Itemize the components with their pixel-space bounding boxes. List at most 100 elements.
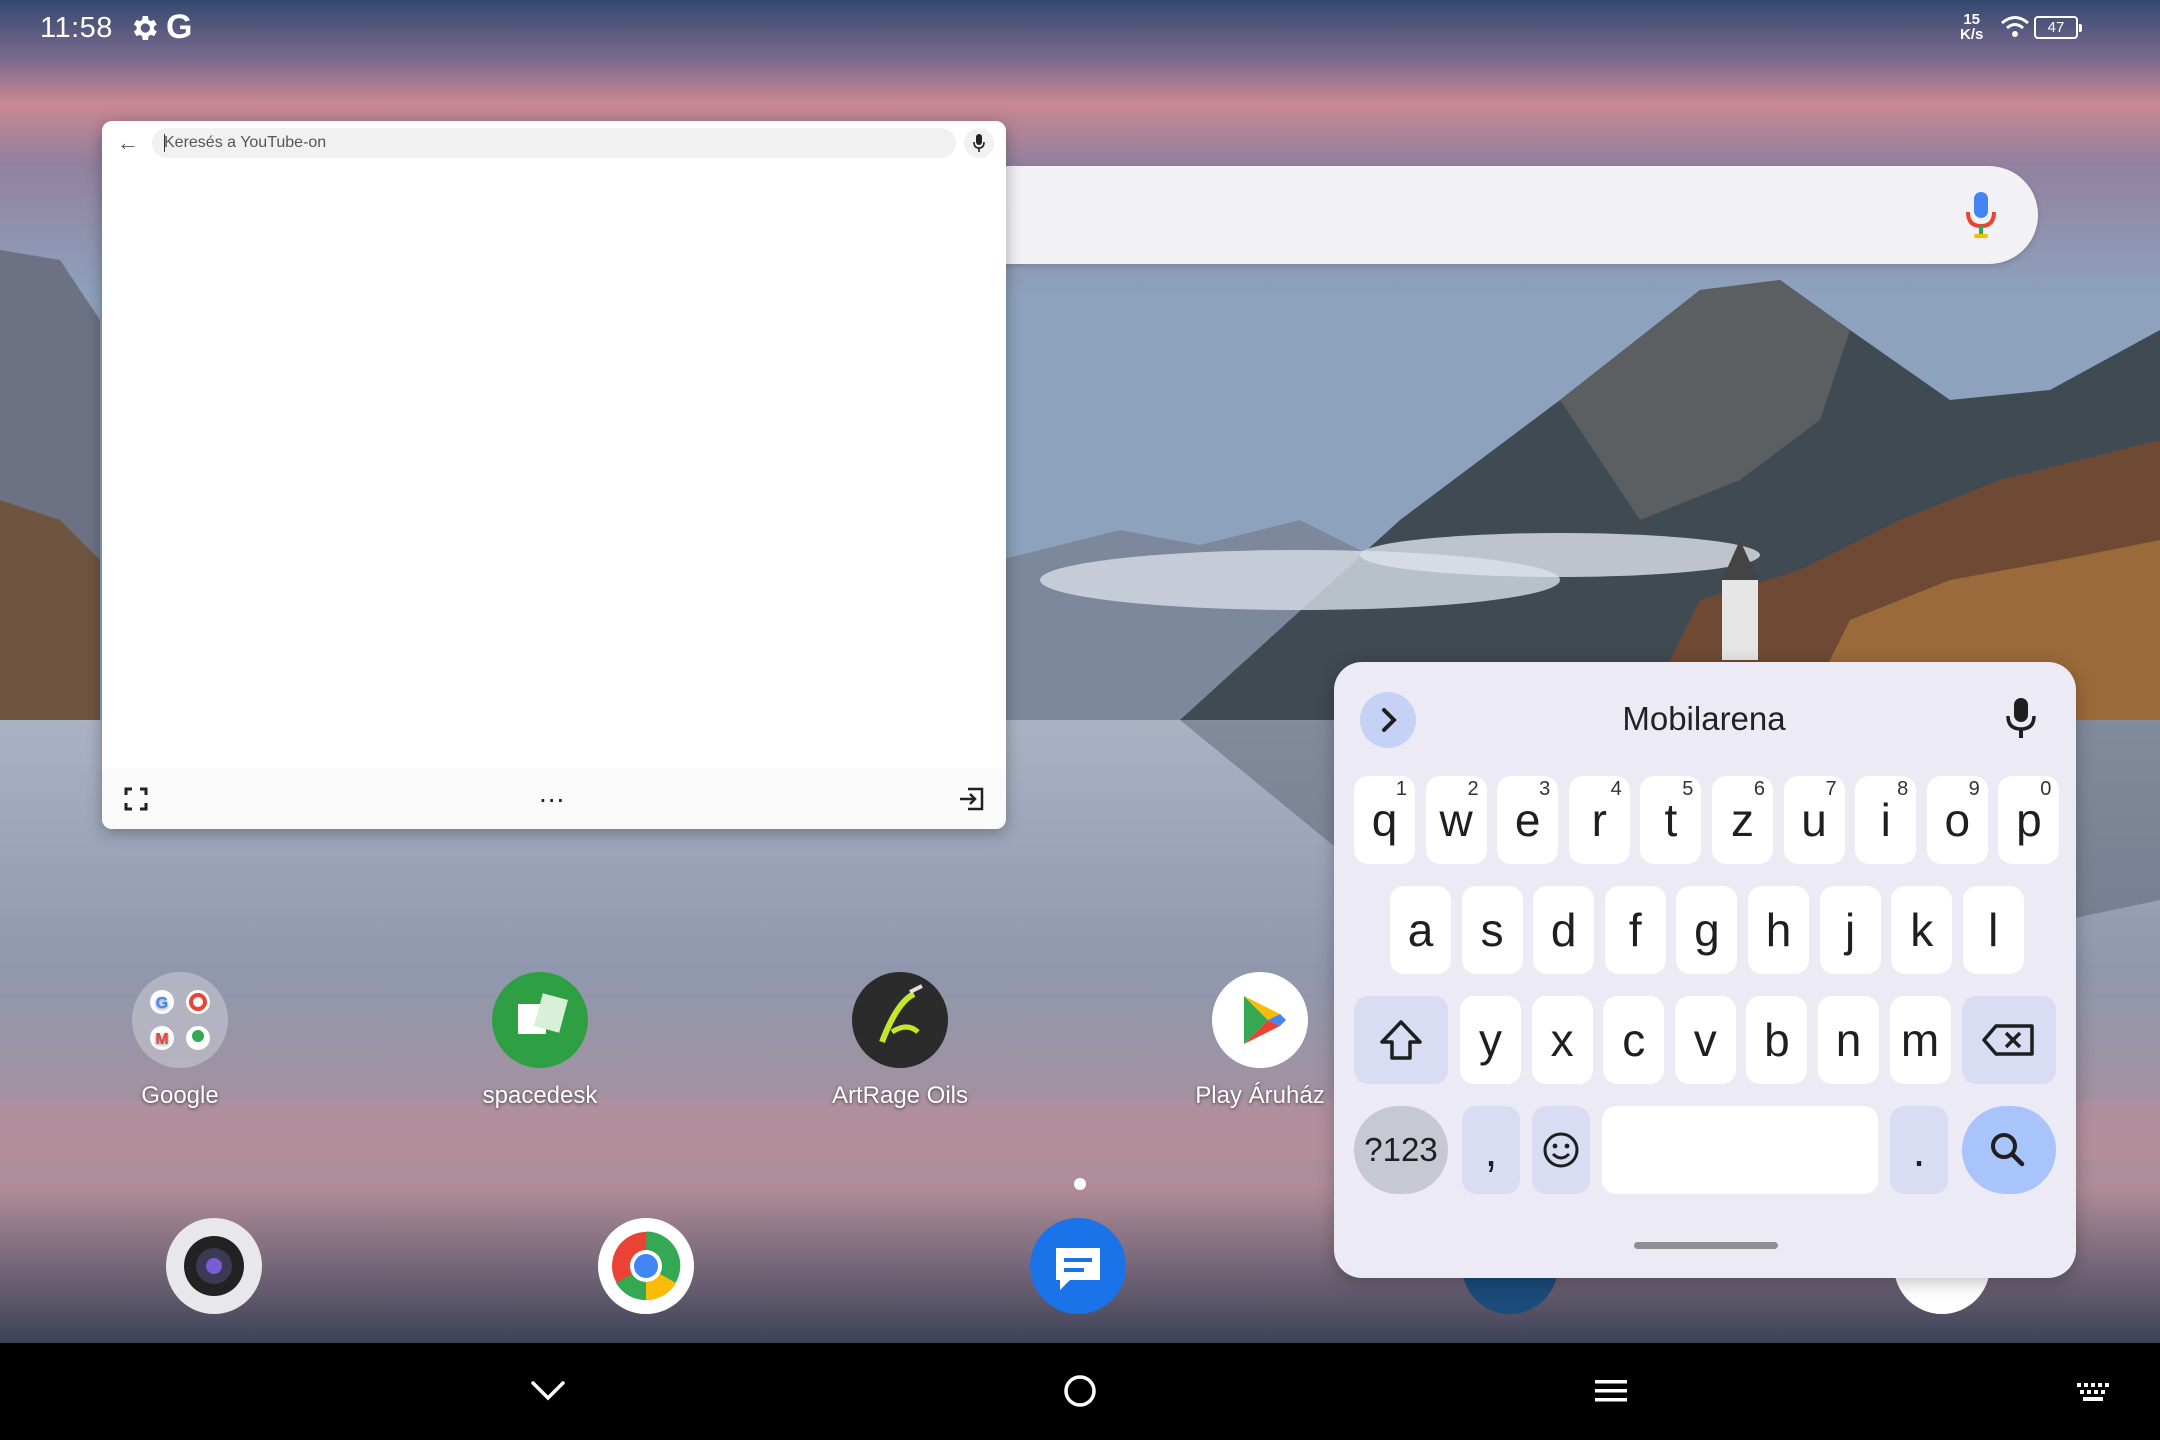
key-r[interactable]: r4 bbox=[1568, 776, 1630, 864]
youtube-search-input[interactable]: Keresés a YouTube-on bbox=[152, 128, 956, 158]
suggestion-word[interactable]: Mobilarena bbox=[1534, 700, 1874, 738]
key-i[interactable]: i8 bbox=[1855, 776, 1917, 864]
comma-key[interactable]: , bbox=[1462, 1106, 1520, 1194]
app-google-folder[interactable]: G M Google bbox=[80, 972, 280, 1110]
app-play-store[interactable]: Play Áruház bbox=[1160, 972, 1360, 1110]
chevron-right-icon bbox=[1382, 708, 1397, 732]
key-z[interactable]: z6 bbox=[1712, 776, 1773, 864]
google-status-icon: G bbox=[166, 8, 193, 46]
key-k[interactable]: k bbox=[1891, 886, 1953, 974]
status-time: 11:58 bbox=[40, 12, 113, 44]
key-number-hint: 9 bbox=[1968, 778, 1980, 800]
floating-window-toolbar: ... bbox=[102, 769, 1006, 829]
chrome-app-icon[interactable] bbox=[598, 1218, 694, 1314]
key-number-hint: 7 bbox=[1825, 778, 1837, 800]
key-label: p bbox=[2016, 794, 2042, 846]
key-number-hint: 3 bbox=[1539, 778, 1551, 800]
key-g[interactable]: g bbox=[1676, 886, 1738, 974]
shift-key[interactable] bbox=[1354, 996, 1448, 1084]
key-p[interactable]: p0 bbox=[1998, 776, 2060, 864]
period-key[interactable]: . bbox=[1890, 1106, 1948, 1194]
key-number-hint: 4 bbox=[1610, 778, 1622, 800]
exit-window-icon[interactable] bbox=[958, 787, 984, 811]
key-u[interactable]: u7 bbox=[1783, 776, 1845, 864]
key-label: i bbox=[1880, 794, 1891, 846]
spacedesk-icon bbox=[492, 972, 588, 1068]
voice-input-icon[interactable] bbox=[2004, 696, 2038, 740]
key-x[interactable]: x bbox=[1531, 996, 1593, 1084]
key-number-hint: 8 bbox=[1897, 778, 1909, 800]
svg-text:M: M bbox=[155, 1031, 168, 1048]
key-label: o bbox=[1944, 794, 1971, 846]
recents-menu-icon[interactable] bbox=[1594, 1377, 1628, 1405]
gboard-keyboard: Mobilarena q1w2e3r4t5z6u7i8o9p0 asdfghjk… bbox=[1334, 662, 2076, 1278]
network-speed: 15 K/s bbox=[1960, 11, 1984, 43]
wifi-icon bbox=[2001, 16, 2029, 37]
key-label: z bbox=[1731, 794, 1754, 846]
app-artrage-oils[interactable]: ArtRage Oils bbox=[800, 972, 1000, 1110]
shift-icon bbox=[1380, 1020, 1422, 1060]
google-search-widget[interactable] bbox=[960, 166, 2038, 264]
key-v[interactable]: v bbox=[1674, 996, 1736, 1084]
app-label: ArtRage Oils bbox=[831, 1082, 969, 1109]
emoji-key[interactable] bbox=[1532, 1106, 1590, 1194]
artrage-oils-icon bbox=[852, 972, 948, 1068]
key-b[interactable]: b bbox=[1746, 996, 1808, 1084]
battery-icon: 47 bbox=[2034, 16, 2082, 39]
keyboard-drag-handle[interactable] bbox=[1634, 1242, 1778, 1249]
key-j[interactable]: j bbox=[1819, 886, 1881, 974]
key-a[interactable]: a bbox=[1390, 886, 1451, 974]
key-f[interactable]: f bbox=[1604, 886, 1666, 974]
youtube-floating-window[interactable]: ← Keresés a YouTube-on ... bbox=[102, 121, 1006, 829]
page-indicator bbox=[1074, 1178, 1086, 1190]
navigation-bar bbox=[0, 1343, 2160, 1440]
app-label: spacedesk bbox=[482, 1082, 598, 1109]
key-t[interactable]: t5 bbox=[1640, 776, 1702, 864]
key-q[interactable]: q1 bbox=[1354, 776, 1415, 864]
key-w[interactable]: w2 bbox=[1425, 776, 1487, 864]
app-label: Play Áruház bbox=[1195, 1082, 1325, 1109]
key-l[interactable]: l bbox=[1962, 886, 2024, 974]
play-store-icon bbox=[1212, 972, 1308, 1068]
key-n[interactable]: n bbox=[1818, 996, 1879, 1084]
key-label: r bbox=[1591, 794, 1607, 846]
key-c[interactable]: c bbox=[1603, 996, 1665, 1084]
key-number-hint: 0 bbox=[2040, 778, 2052, 800]
app-spacedesk[interactable]: spacedesk bbox=[440, 972, 640, 1110]
key-o[interactable]: o9 bbox=[1926, 776, 1988, 864]
key-y[interactable]: y bbox=[1460, 996, 1521, 1084]
key-d[interactable]: d bbox=[1533, 886, 1595, 974]
symbols-key[interactable]: ?123 bbox=[1354, 1106, 1448, 1194]
voice-search-button[interactable] bbox=[964, 128, 994, 158]
app-label: Google bbox=[141, 1082, 219, 1109]
microphone-icon[interactable] bbox=[1964, 190, 1998, 240]
key-label: u bbox=[1801, 794, 1827, 846]
back-arrow-icon[interactable]: ← bbox=[116, 131, 140, 155]
key-m[interactable]: m bbox=[1889, 996, 1951, 1084]
expand-toolbar-button[interactable] bbox=[1360, 692, 1416, 748]
key-s[interactable]: s bbox=[1461, 886, 1523, 974]
keyboard-switch-icon[interactable] bbox=[2076, 1381, 2110, 1403]
fullscreen-icon[interactable] bbox=[124, 787, 148, 811]
microphone-icon bbox=[973, 134, 985, 152]
key-label: q bbox=[1371, 794, 1398, 846]
key-label: e bbox=[1514, 794, 1541, 846]
key-number-hint: 6 bbox=[1753, 778, 1765, 800]
key-number-hint: 5 bbox=[1682, 778, 1694, 800]
camera-app-icon[interactable] bbox=[166, 1218, 262, 1314]
key-number-hint: 1 bbox=[1395, 778, 1407, 800]
emoji-icon bbox=[1543, 1132, 1579, 1168]
key-h[interactable]: h bbox=[1748, 886, 1809, 974]
home-button-icon[interactable] bbox=[1062, 1373, 1098, 1409]
key-label: w bbox=[1439, 794, 1473, 846]
messages-app-icon[interactable] bbox=[1030, 1218, 1126, 1314]
backspace-key[interactable] bbox=[1962, 996, 2056, 1084]
more-options-icon[interactable]: ... bbox=[539, 779, 565, 807]
key-label: t bbox=[1664, 794, 1678, 846]
search-key[interactable] bbox=[1962, 1106, 2056, 1194]
key-number-hint: 2 bbox=[1467, 778, 1479, 800]
key-e[interactable]: e3 bbox=[1497, 776, 1559, 864]
hide-keyboard-icon[interactable] bbox=[530, 1379, 566, 1403]
backspace-icon bbox=[1982, 1024, 2034, 1056]
space-key[interactable] bbox=[1602, 1106, 1878, 1194]
